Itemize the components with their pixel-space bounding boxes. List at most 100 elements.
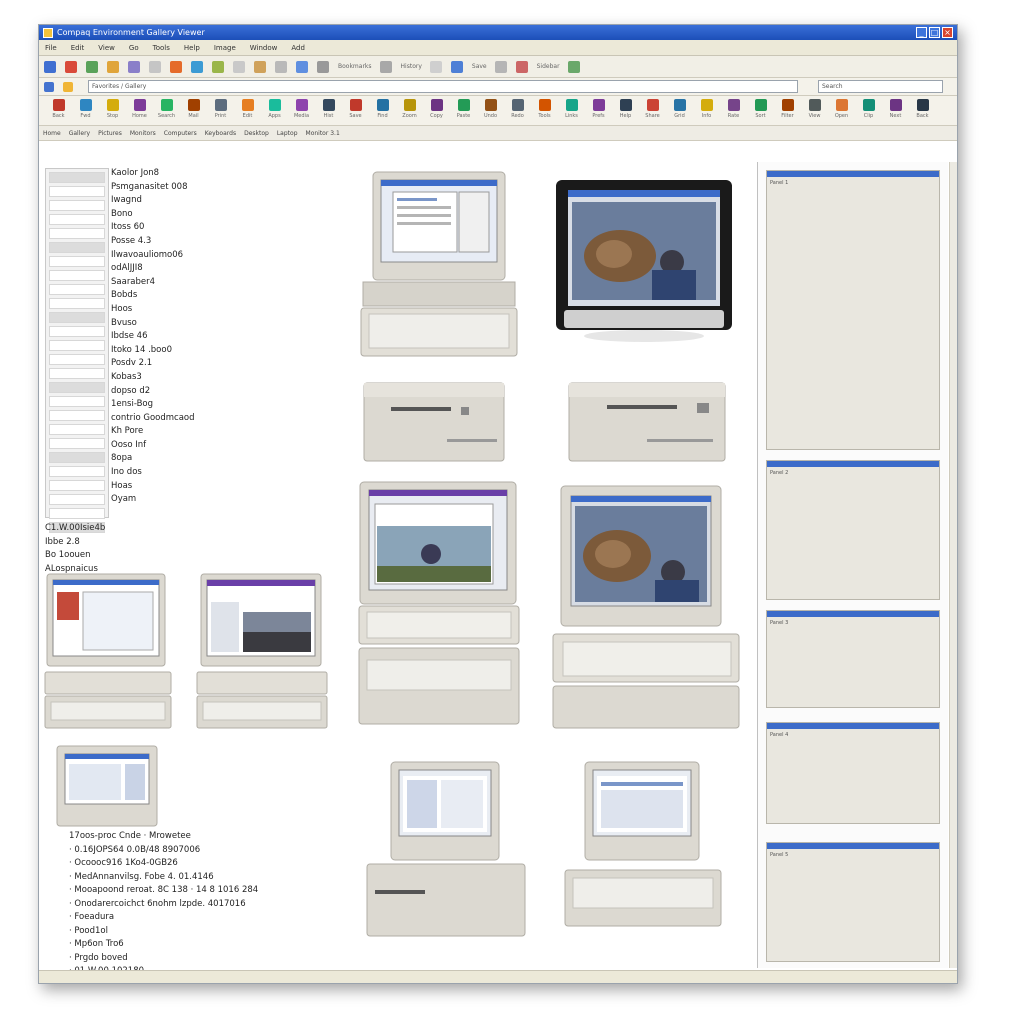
toolbar-button[interactable]: Prefs <box>585 99 612 119</box>
sidebar-row[interactable] <box>49 298 105 309</box>
sidebar-row[interactable] <box>49 452 105 463</box>
toolbar-button[interactable]: Filter <box>774 99 801 119</box>
toolbar-button[interactable]: Rate <box>720 99 747 119</box>
toolbar-button[interactable]: Edit <box>234 99 261 119</box>
menu-item-image[interactable]: Image <box>214 44 236 52</box>
computer-image-1[interactable] <box>359 170 519 360</box>
search-icon[interactable] <box>128 60 140 73</box>
left-sidebar-panel[interactable] <box>45 168 109 533</box>
sidebar-row[interactable] <box>49 242 105 253</box>
discuss-icon[interactable] <box>212 60 224 73</box>
toolbar-button[interactable]: Hist <box>315 99 342 119</box>
refresh-icon[interactable] <box>86 60 98 73</box>
menu-item-window[interactable]: Window <box>250 44 278 52</box>
tab-item[interactable]: Computers <box>164 130 197 137</box>
right-preview-panel-4[interactable]: Panel 4 <box>766 722 940 824</box>
toolbar-button[interactable]: Print <box>207 99 234 119</box>
toolbar-button[interactable]: Copy <box>423 99 450 119</box>
address-favorites-icon[interactable] <box>63 81 73 92</box>
toolbar-sidebar-label[interactable]: Sidebar <box>537 63 560 70</box>
toolbar-button[interactable]: Home <box>126 99 153 119</box>
vertical-scrollbar[interactable] <box>949 162 957 968</box>
sidebar-row[interactable] <box>49 480 105 491</box>
toolbar-button[interactable]: Help <box>612 99 639 119</box>
address-back-icon[interactable] <box>44 81 54 92</box>
sidebar-row[interactable] <box>49 368 105 379</box>
tab-item[interactable]: Keyboards <box>205 130 236 137</box>
toolbar-button[interactable]: Find <box>369 99 396 119</box>
tab-item[interactable]: Monitors <box>130 130 156 137</box>
toolbar-button[interactable]: Media <box>288 99 315 119</box>
toolbar-button[interactable]: Grid <box>666 99 693 119</box>
sidebar-row[interactable] <box>49 214 105 225</box>
toolbar-button[interactable]: Tools <box>531 99 558 119</box>
sidebar-row[interactable] <box>49 396 105 407</box>
toolbar-button[interactable]: Info <box>693 99 720 119</box>
tab-item[interactable]: Laptop <box>277 130 298 137</box>
sidebar-row[interactable] <box>49 382 105 393</box>
history-icon[interactable] <box>254 60 266 73</box>
mail-icon[interactable] <box>149 60 161 73</box>
sidebar-row[interactable] <box>49 186 105 197</box>
tab-item[interactable]: Desktop <box>244 130 269 137</box>
computer-image-5[interactable] <box>195 572 329 732</box>
sidebar-row[interactable] <box>49 354 105 365</box>
sidebar-row[interactable] <box>49 508 105 519</box>
tab-item[interactable]: Home <box>43 130 61 137</box>
sidebar-row[interactable] <box>49 410 105 421</box>
toolbar-button[interactable]: Back <box>45 99 72 119</box>
sidebar-row[interactable] <box>49 466 105 477</box>
print-icon[interactable] <box>170 60 182 73</box>
toolbar-button[interactable]: Save <box>342 99 369 119</box>
close-icon[interactable]: × <box>942 27 953 38</box>
sidebar-row[interactable] <box>49 256 105 267</box>
sidebar-row[interactable] <box>49 200 105 211</box>
zoom-icon[interactable] <box>450 60 463 73</box>
toolbar-button[interactable]: View <box>801 99 828 119</box>
computer-image-6[interactable] <box>55 744 159 828</box>
favorites-icon[interactable] <box>275 60 287 73</box>
right-preview-panel-2[interactable]: Panel 2 <box>766 460 940 600</box>
fullscreen-icon[interactable] <box>317 60 329 73</box>
right-preview-panel-3[interactable]: Panel 3 <box>766 610 940 708</box>
menu-item-tools[interactable]: Tools <box>153 44 170 52</box>
sidebar-row[interactable] <box>49 494 105 505</box>
toolbar-button[interactable]: Share <box>639 99 666 119</box>
back-icon[interactable] <box>44 60 56 73</box>
toolbar-history-label[interactable]: History <box>401 63 422 70</box>
toolbar-button[interactable]: Back <box>909 99 936 119</box>
toolbar-button[interactable]: Search <box>153 99 180 119</box>
right-preview-panel-5[interactable]: Panel 5 <box>766 842 940 962</box>
page-icon[interactable] <box>429 60 442 73</box>
toolbar-button[interactable]: Redo <box>504 99 531 119</box>
right-preview-panel-1[interactable]: Panel 1 <box>766 170 940 450</box>
address-input[interactable]: Favorites / Gallery <box>88 80 798 93</box>
menu-item-edit[interactable]: Edit <box>71 44 85 52</box>
toolbar-button[interactable]: Undo <box>477 99 504 119</box>
sidebar-row[interactable] <box>49 312 105 323</box>
computer-image-7[interactable] <box>361 760 531 940</box>
computer-image-4[interactable] <box>43 572 173 732</box>
sidebar-row[interactable] <box>49 326 105 337</box>
tab-item[interactable]: Gallery <box>69 130 90 137</box>
lock-icon[interactable] <box>379 60 392 73</box>
maximize-icon[interactable]: □ <box>929 27 940 38</box>
toolbar-bookmarks-label[interactable]: Bookmarks <box>338 63 372 70</box>
sidebar-row[interactable] <box>49 340 105 351</box>
computer-image-3[interactable] <box>551 484 743 732</box>
menu-item-go[interactable]: Go <box>129 44 139 52</box>
sidebar-row[interactable] <box>49 228 105 239</box>
sidebar-row[interactable] <box>49 424 105 435</box>
menu-item-help[interactable]: Help <box>184 44 200 52</box>
tab-item[interactable]: Monitor 3.1 <box>306 130 340 137</box>
menu-item-file[interactable]: File <box>45 44 57 52</box>
toolbar-button[interactable]: Apps <box>261 99 288 119</box>
tablet-monitor-image[interactable] <box>554 174 734 344</box>
toolbar-button[interactable]: Clip <box>855 99 882 119</box>
sidebar-row[interactable] <box>49 284 105 295</box>
grid-icon[interactable] <box>494 60 507 73</box>
menu-item-add[interactable]: Add <box>291 44 305 52</box>
folder-icon[interactable] <box>233 60 245 73</box>
toolbar-button[interactable]: Zoom <box>396 99 423 119</box>
toolbar-button[interactable]: Paste <box>450 99 477 119</box>
